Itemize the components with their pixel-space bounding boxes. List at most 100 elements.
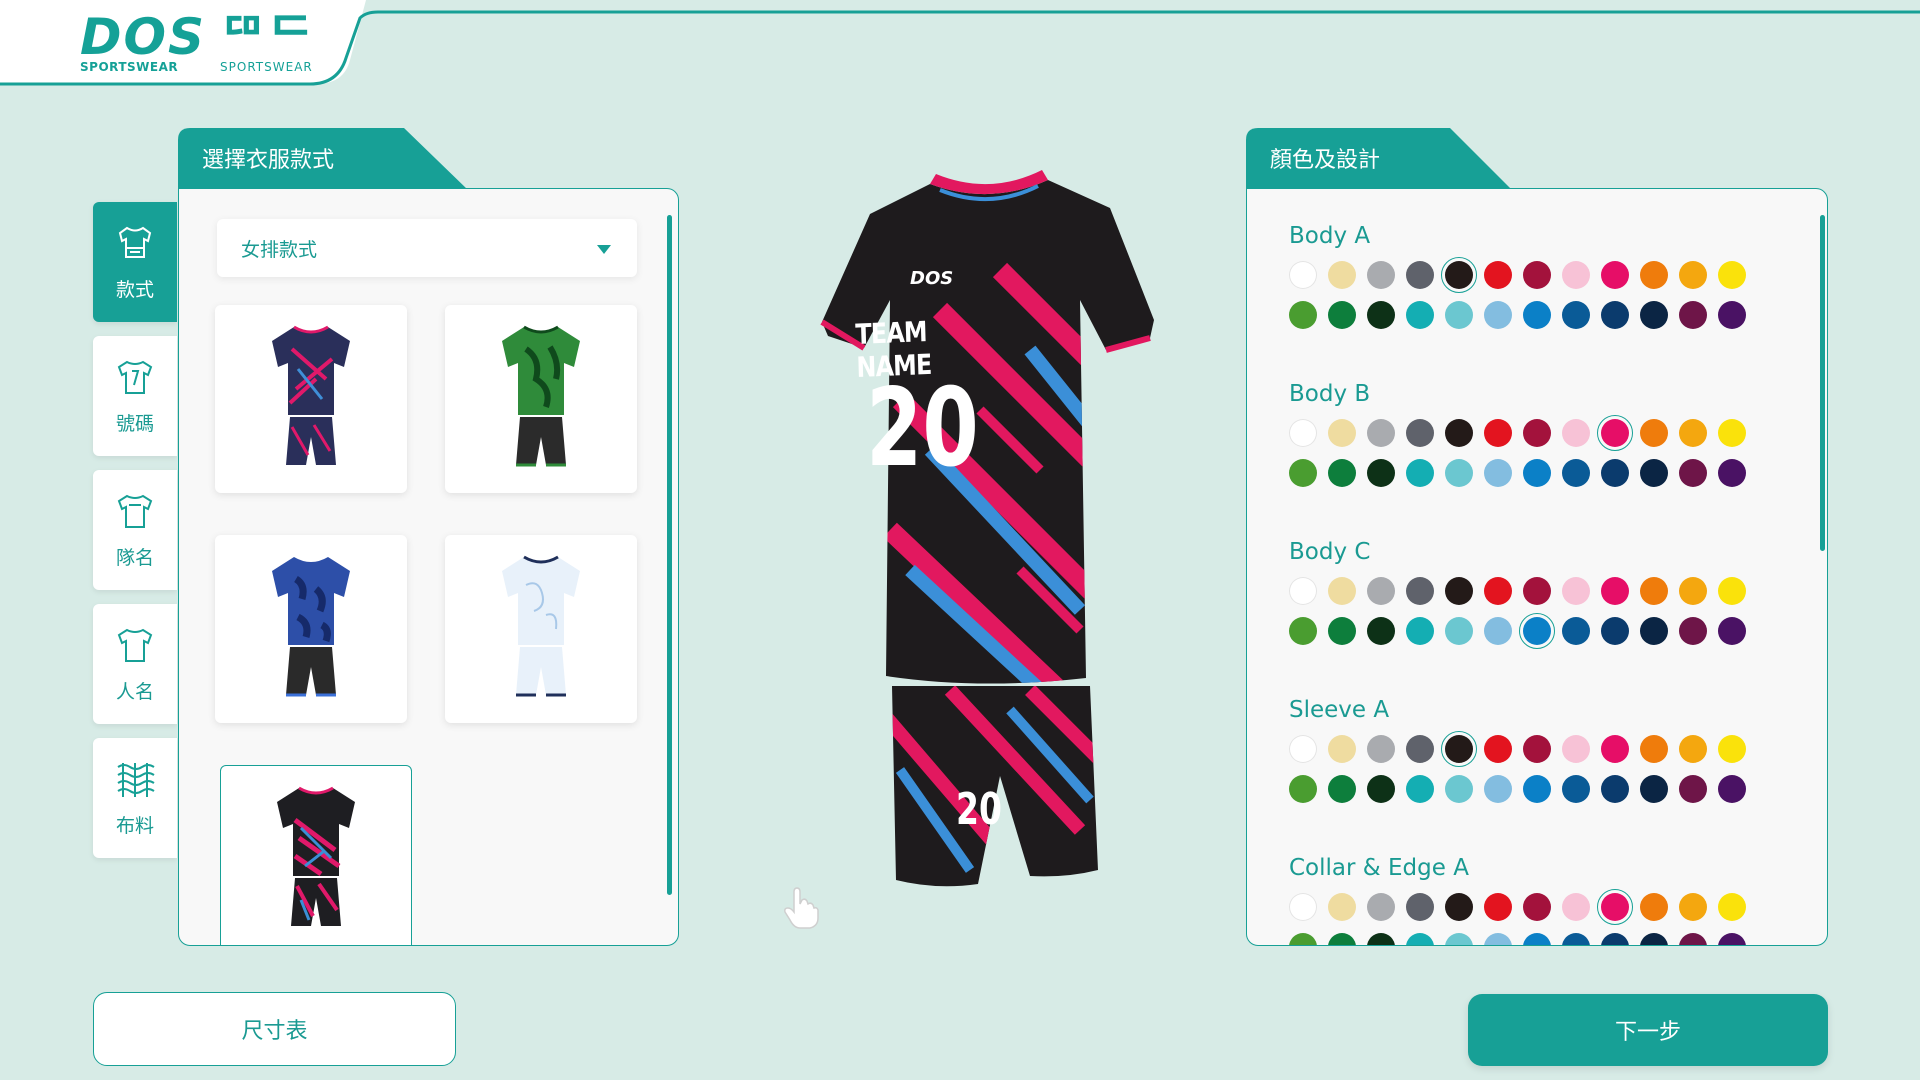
color-swatch[interactable] <box>1406 617 1434 645</box>
color-panel-scrollbar[interactable] <box>1820 215 1825 551</box>
sidenav-item-number[interactable]: 號碼 <box>93 336 177 456</box>
color-swatch[interactable] <box>1523 261 1551 289</box>
color-swatch[interactable] <box>1406 577 1434 605</box>
color-swatch[interactable] <box>1597 889 1633 925</box>
color-swatch[interactable] <box>1640 735 1668 763</box>
color-swatch[interactable] <box>1562 933 1590 945</box>
color-swatch[interactable] <box>1679 577 1707 605</box>
color-swatch[interactable] <box>1289 577 1317 605</box>
color-swatch[interactable] <box>1523 577 1551 605</box>
color-swatch[interactable] <box>1640 301 1668 329</box>
color-swatch[interactable] <box>1601 617 1629 645</box>
jersey-3d-preview[interactable]: DOS TEAM NAME 20 20 <box>780 150 1200 910</box>
next-step-button[interactable]: 下一步 <box>1468 994 1828 1066</box>
color-swatch[interactable] <box>1523 775 1551 803</box>
color-swatch[interactable] <box>1328 933 1356 945</box>
color-swatch[interactable] <box>1679 735 1707 763</box>
color-swatch[interactable] <box>1328 459 1356 487</box>
color-swatch[interactable] <box>1718 419 1746 447</box>
color-swatch[interactable] <box>1445 617 1473 645</box>
color-swatch[interactable] <box>1484 419 1512 447</box>
color-swatch[interactable] <box>1601 933 1629 945</box>
color-swatch[interactable] <box>1679 617 1707 645</box>
color-swatch[interactable] <box>1289 775 1317 803</box>
color-swatch[interactable] <box>1484 775 1512 803</box>
color-swatch[interactable] <box>1445 893 1473 921</box>
color-swatch[interactable] <box>1289 893 1317 921</box>
style-panel-scrollbar[interactable] <box>667 215 672 895</box>
color-swatch[interactable] <box>1601 577 1629 605</box>
color-swatch[interactable] <box>1289 261 1317 289</box>
color-swatch[interactable] <box>1484 459 1512 487</box>
color-swatch[interactable] <box>1441 257 1477 293</box>
color-swatch[interactable] <box>1718 933 1746 945</box>
color-swatch[interactable] <box>1718 775 1746 803</box>
color-swatch[interactable] <box>1601 735 1629 763</box>
color-swatch[interactable] <box>1289 301 1317 329</box>
color-swatch[interactable] <box>1562 577 1590 605</box>
color-swatch[interactable] <box>1367 893 1395 921</box>
color-swatch[interactable] <box>1718 577 1746 605</box>
color-swatch[interactable] <box>1367 261 1395 289</box>
color-swatch[interactable] <box>1562 735 1590 763</box>
color-swatch[interactable] <box>1445 577 1473 605</box>
sidenav-item-fabric[interactable]: 布料 <box>93 738 177 858</box>
color-swatch[interactable] <box>1679 459 1707 487</box>
color-swatch[interactable] <box>1289 933 1317 945</box>
color-swatch[interactable] <box>1597 415 1633 451</box>
color-swatch[interactable] <box>1523 735 1551 763</box>
color-swatch[interactable] <box>1718 301 1746 329</box>
color-swatch[interactable] <box>1328 617 1356 645</box>
color-swatch[interactable] <box>1523 933 1551 945</box>
color-swatch[interactable] <box>1445 459 1473 487</box>
color-swatch[interactable] <box>1601 301 1629 329</box>
color-swatch[interactable] <box>1640 933 1668 945</box>
color-swatch[interactable] <box>1484 617 1512 645</box>
color-swatch[interactable] <box>1601 775 1629 803</box>
color-swatch[interactable] <box>1367 459 1395 487</box>
color-swatch[interactable] <box>1406 459 1434 487</box>
color-swatch[interactable] <box>1562 893 1590 921</box>
color-swatch[interactable] <box>1679 419 1707 447</box>
color-swatch[interactable] <box>1406 893 1434 921</box>
color-swatch[interactable] <box>1718 459 1746 487</box>
color-swatch[interactable] <box>1484 261 1512 289</box>
color-swatch[interactable] <box>1367 577 1395 605</box>
color-swatch[interactable] <box>1367 617 1395 645</box>
sidenav-item-style[interactable]: 款式 <box>93 202 177 322</box>
style-thumbnail[interactable] <box>445 305 637 493</box>
color-swatch[interactable] <box>1328 775 1356 803</box>
color-swatch[interactable] <box>1562 419 1590 447</box>
color-swatch[interactable] <box>1367 933 1395 945</box>
color-swatch[interactable] <box>1484 735 1512 763</box>
size-chart-button[interactable]: 尺寸表 <box>93 992 456 1066</box>
color-swatch[interactable] <box>1328 577 1356 605</box>
color-swatch[interactable] <box>1328 893 1356 921</box>
color-swatch[interactable] <box>1601 459 1629 487</box>
color-swatch[interactable] <box>1367 301 1395 329</box>
color-swatch[interactable] <box>1679 893 1707 921</box>
color-swatch[interactable] <box>1640 577 1668 605</box>
color-swatch[interactable] <box>1406 933 1434 945</box>
color-swatch[interactable] <box>1484 301 1512 329</box>
color-swatch[interactable] <box>1523 301 1551 329</box>
color-swatch[interactable] <box>1328 301 1356 329</box>
color-swatch[interactable] <box>1640 261 1668 289</box>
style-thumbnail[interactable] <box>215 305 407 493</box>
color-swatch[interactable] <box>1441 731 1477 767</box>
color-swatch[interactable] <box>1679 933 1707 945</box>
color-swatch[interactable] <box>1367 419 1395 447</box>
color-swatch[interactable] <box>1484 933 1512 945</box>
color-swatch[interactable] <box>1289 617 1317 645</box>
style-thumbnail[interactable] <box>215 535 407 723</box>
color-swatch[interactable] <box>1640 459 1668 487</box>
color-swatch[interactable] <box>1445 301 1473 329</box>
color-swatch[interactable] <box>1328 419 1356 447</box>
color-swatch[interactable] <box>1484 577 1512 605</box>
color-swatch[interactable] <box>1679 261 1707 289</box>
color-swatch[interactable] <box>1718 893 1746 921</box>
color-swatch[interactable] <box>1445 933 1473 945</box>
color-swatch[interactable] <box>1406 775 1434 803</box>
color-swatch[interactable] <box>1519 613 1555 649</box>
color-swatch[interactable] <box>1523 893 1551 921</box>
